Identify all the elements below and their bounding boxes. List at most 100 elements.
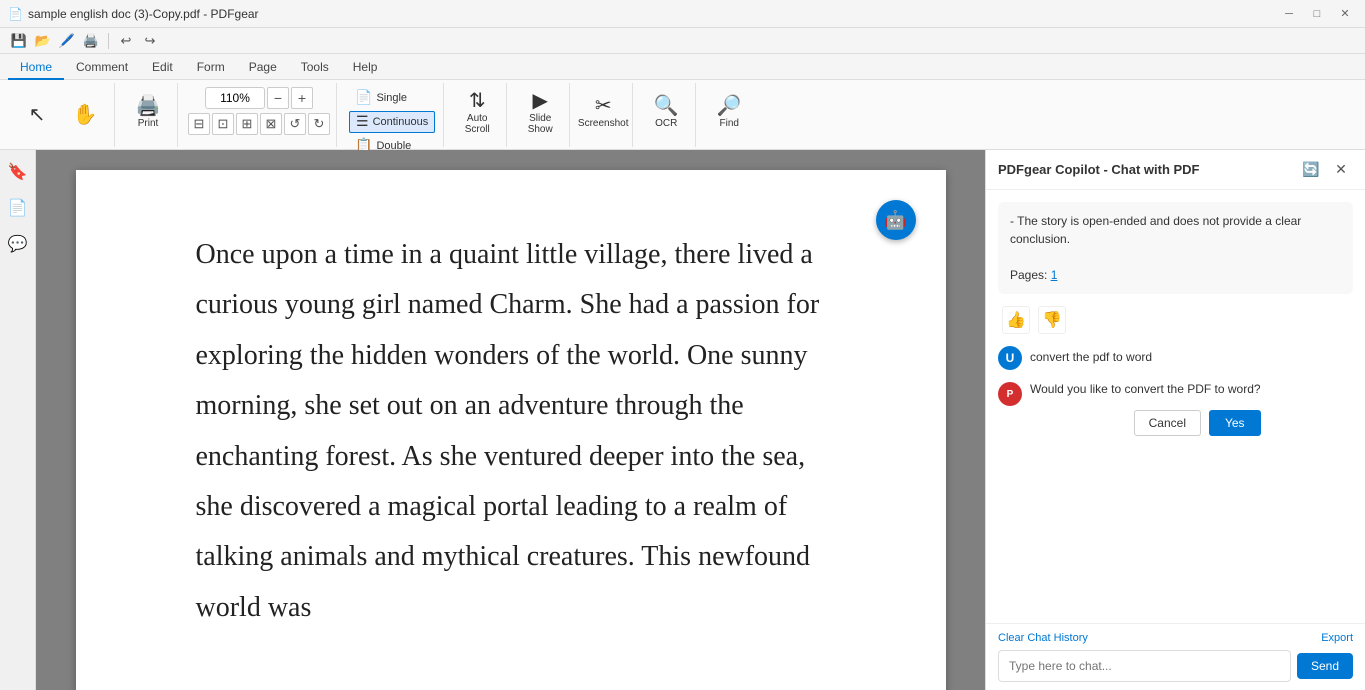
print-group: 🖨️ Print (119, 83, 178, 147)
tab-comment[interactable]: Comment (64, 56, 140, 80)
continuous-label: Continuous (373, 116, 429, 128)
fit-page-button[interactable]: ⊡ (212, 113, 234, 135)
ocr-button[interactable]: 🔍 OCR (643, 87, 689, 139)
thumbup-button[interactable]: 👍 (1002, 306, 1030, 334)
continuous-icon: ☰ (356, 113, 369, 130)
copilot-fab[interactable]: 🤖 (876, 200, 916, 240)
auto-scroll-label: Auto Scroll (456, 113, 498, 135)
find-button[interactable]: 🔎 Find (706, 87, 752, 139)
convert-actions: Cancel Yes (1030, 410, 1261, 436)
pdf-content: Once upon a time in a quaint little vill… (196, 230, 826, 633)
save-button[interactable]: 💾 (8, 30, 30, 52)
yes-button[interactable]: Yes (1209, 410, 1261, 436)
separator (108, 33, 109, 49)
sidebar-item-thumbnail[interactable]: 📄 (4, 194, 32, 222)
ai-response-message: - The story is open-ended and does not p… (998, 202, 1353, 294)
ocr-group: 🔍 OCR (637, 83, 696, 147)
slide-show-button[interactable]: ▶ Slide Show (517, 87, 563, 139)
print-quick-button[interactable]: 🖨️ (80, 30, 102, 52)
tab-help[interactable]: Help (341, 56, 390, 80)
annotation-button[interactable]: 🖊️ (56, 30, 78, 52)
thumbdown-button[interactable]: 👎 (1038, 306, 1066, 334)
copilot-panel: PDFgear Copilot - Chat with PDF 🔄 ✕ - Th… (985, 150, 1365, 690)
export-link[interactable]: Export (1321, 632, 1353, 644)
screenshot-button[interactable]: ✂ Screenshot (580, 87, 626, 139)
copilot-header-icons: 🔄 ✕ (1299, 158, 1353, 182)
cancel-button[interactable]: Cancel (1134, 410, 1201, 436)
bot-message-text: Would you like to convert the PDF to wor… (1030, 382, 1261, 396)
open-button[interactable]: 📂 (32, 30, 54, 52)
ocr-icon: 🔍 (654, 96, 679, 116)
print-icon: 🖨️ (136, 96, 161, 116)
user-message-text: convert the pdf to word (1030, 346, 1152, 364)
sidebar-item-comment[interactable]: 💬 (4, 230, 32, 258)
maximize-button[interactable]: □ (1305, 5, 1329, 23)
auto-scroll-icon: ⇅ (469, 91, 486, 111)
app-icon: 📄 (8, 7, 22, 21)
chat-input-row: Send (998, 650, 1353, 682)
screenshot-group: ✂ Screenshot (574, 83, 633, 147)
slide-show-icon: ▶ (533, 91, 548, 111)
clear-chat-link[interactable]: Clear Chat History (998, 632, 1088, 644)
user-message-row: U convert the pdf to word (998, 346, 1353, 370)
fit-height-button[interactable]: ⊞ (236, 113, 258, 135)
select-icon: ↖ (29, 105, 46, 125)
feedback-row: 👍 👎 (998, 306, 1353, 334)
tab-tools[interactable]: Tools (289, 56, 341, 80)
minimize-button[interactable]: ─ (1277, 5, 1301, 23)
tab-page[interactable]: Page (237, 56, 289, 80)
copilot-close-button[interactable]: ✕ (1329, 158, 1353, 182)
pdf-page: 🤖 Once upon a time in a quaint little vi… (76, 170, 946, 690)
find-label: Find (719, 118, 738, 129)
print-button[interactable]: 🖨️ Print (125, 87, 171, 139)
tab-home[interactable]: Home (8, 56, 64, 80)
pages-link[interactable]: 1 (1051, 268, 1058, 282)
zoom-out-button[interactable]: − (267, 87, 289, 109)
tool-group: ↖ ✋ (8, 83, 115, 147)
find-icon: 🔎 (717, 96, 742, 116)
copilot-title: PDFgear Copilot - Chat with PDF (998, 162, 1200, 177)
sidebar-item-bookmark[interactable]: 🔖 (4, 158, 32, 186)
zoom-input[interactable] (205, 87, 265, 109)
copilot-header: PDFgear Copilot - Chat with PDF 🔄 ✕ (986, 150, 1365, 190)
continuous-button[interactable]: ☰ Continuous (349, 111, 435, 133)
undo-button[interactable]: ↩ (115, 30, 137, 52)
user-avatar: U (998, 346, 1022, 370)
actual-size-button[interactable]: ⊠ (260, 113, 282, 135)
close-button[interactable]: ✕ (1333, 5, 1357, 23)
rotate-right-button[interactable]: ↻ (308, 113, 330, 135)
tab-edit[interactable]: Edit (140, 56, 185, 80)
ai-message-text: - The story is open-ended and does not p… (1010, 214, 1301, 246)
fit-width-button[interactable]: ⊟ (188, 113, 210, 135)
copilot-body: - The story is open-ended and does not p… (986, 190, 1365, 623)
redo-button[interactable]: ↪ (139, 30, 161, 52)
bot-message-row: P Would you like to convert the PDF to w… (998, 382, 1353, 436)
hand-icon: ✋ (73, 105, 98, 125)
footer-actions: Clear Chat History Export (998, 632, 1353, 644)
slide-show-label: Slide Show (519, 113, 561, 135)
single-page-button[interactable]: 📄 Single (349, 87, 413, 109)
zoom-in-button[interactable]: + (291, 87, 313, 109)
auto-scroll-button[interactable]: ⇅ Auto Scroll (454, 87, 500, 139)
print-label: Print (138, 118, 159, 129)
view-mode-group: 📄 Single ☰ Continuous 📋 Double (341, 83, 444, 147)
pdf-viewer[interactable]: 🤖 Once upon a time in a quaint little vi… (36, 150, 985, 690)
hand-tool-button[interactable]: ✋ (62, 89, 108, 141)
convert-dialog: Would you like to convert the PDF to wor… (1030, 382, 1261, 436)
left-sidebar: 🔖 📄 💬 (0, 150, 36, 690)
tab-form[interactable]: Form (185, 56, 237, 80)
send-button[interactable]: Send (1297, 653, 1353, 679)
single-label: Single (376, 92, 407, 104)
titlebar: 📄 sample english doc (3)-Copy.pdf - PDFg… (0, 0, 1365, 28)
find-group: 🔎 Find (700, 83, 758, 147)
rotate-left-button[interactable]: ↺ (284, 113, 306, 135)
copilot-refresh-button[interactable]: 🔄 (1299, 158, 1323, 182)
slide-show-group: ▶ Slide Show (511, 83, 570, 147)
select-tool-button[interactable]: ↖ (14, 89, 60, 141)
zoom-group: − + ⊟ ⊡ ⊞ ⊠ ↺ ↻ (182, 83, 337, 147)
window-title: sample english doc (3)-Copy.pdf - PDFgea… (28, 7, 259, 21)
chat-input[interactable] (998, 650, 1291, 682)
ribbon-tabs: Home Comment Edit Form Page Tools Help (0, 54, 1365, 80)
screenshot-label: Screenshot (578, 118, 629, 129)
single-icon: 📄 (355, 89, 372, 106)
